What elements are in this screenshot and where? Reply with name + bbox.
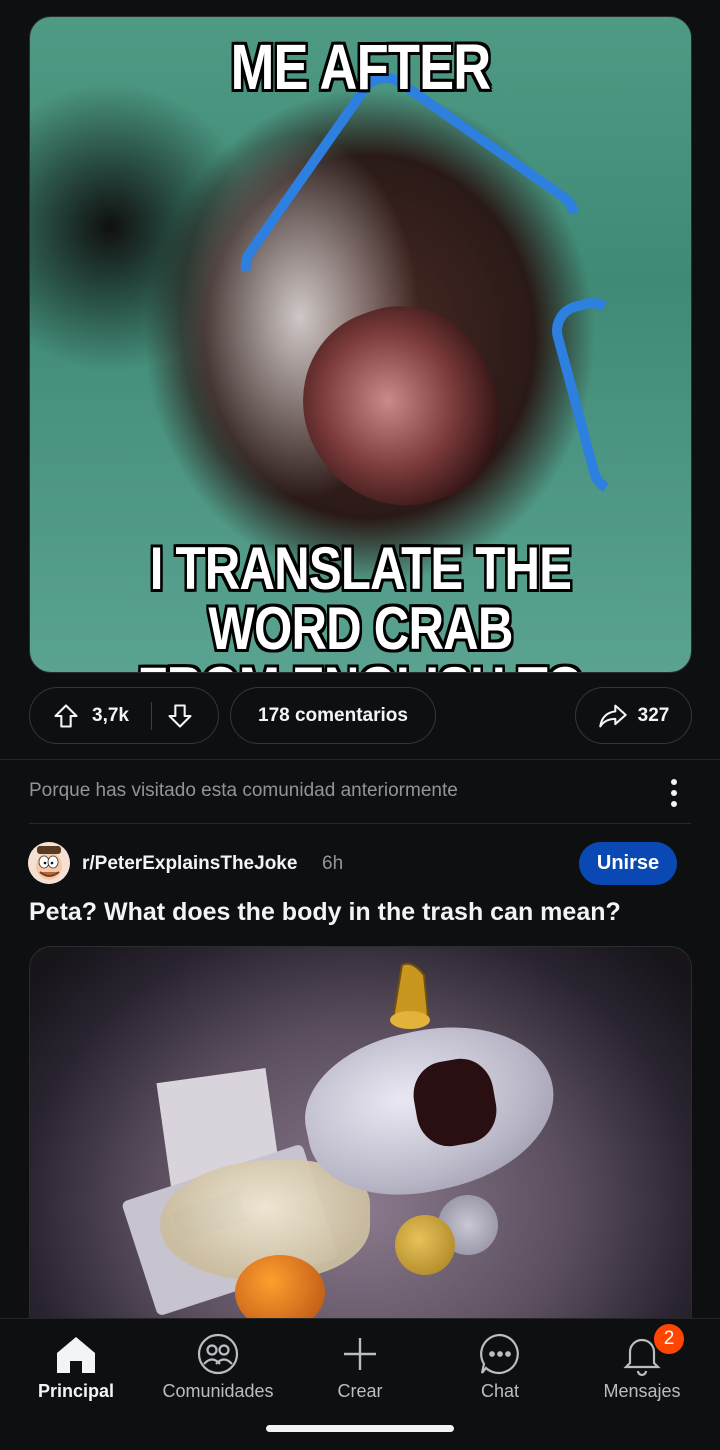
vote-pill: 3,7k: [29, 687, 219, 744]
messages-badge: 2: [652, 1322, 686, 1356]
chat-icon: [477, 1331, 523, 1377]
more-options-icon[interactable]: [664, 776, 684, 810]
recommendation-reason: Porque has visitado esta comunidad anter…: [29, 780, 458, 801]
subreddit-avatar[interactable]: [28, 842, 70, 884]
meme-bottom-line: FROM ENGLISH TO JAPANESE: [89, 659, 631, 673]
nav-label: Comunidades: [162, 1381, 274, 1401]
share-icon: [598, 702, 628, 730]
subreddit-name[interactable]: r/PeterExplainsTheJoke: [82, 853, 297, 875]
meme-tear-stroke: [545, 291, 665, 503]
share-count: 327: [637, 704, 670, 726]
meme-bottom-line: I TRANSLATE THE WORD CRAB: [149, 535, 572, 662]
post-action-bar: 3,7k 178 comentarios 327: [29, 687, 692, 745]
recommendation-divider: [29, 823, 691, 824]
communities-icon: [195, 1331, 241, 1377]
meme-image[interactable]: ME AFTER I TRANSLATE THE WORD CRAB FROM …: [29, 16, 692, 673]
nav-label: Principal: [37, 1381, 115, 1401]
comments-button[interactable]: 178 comentarios: [230, 687, 436, 744]
image-bell: [372, 955, 432, 1035]
upvote-icon[interactable]: [52, 702, 80, 730]
plus-icon: [337, 1331, 383, 1377]
upvote-count: 3,7k: [92, 704, 129, 726]
downvote-icon[interactable]: [166, 702, 194, 730]
vote-separator: [150, 701, 152, 730]
meme-top-text: ME AFTER: [230, 31, 492, 103]
meme-bottom-text: I TRANSLATE THE WORD CRAB FROM ENGLISH T…: [89, 539, 631, 673]
post-age: 6h: [322, 853, 344, 874]
join-button[interactable]: Unirse: [579, 842, 677, 885]
share-button[interactable]: 327: [575, 687, 692, 744]
home-indicator[interactable]: [266, 1425, 454, 1432]
post-divider: [0, 759, 720, 760]
image-cup: [395, 1215, 455, 1275]
nav-label: Chat: [480, 1381, 520, 1401]
meme-tear-stroke: [228, 60, 592, 424]
nav-label: Mensajes: [603, 1381, 681, 1401]
home-icon: [53, 1331, 99, 1377]
nav-label: Crear: [337, 1381, 383, 1401]
post-title[interactable]: Peta? What does the body in the trash ca…: [29, 898, 621, 927]
